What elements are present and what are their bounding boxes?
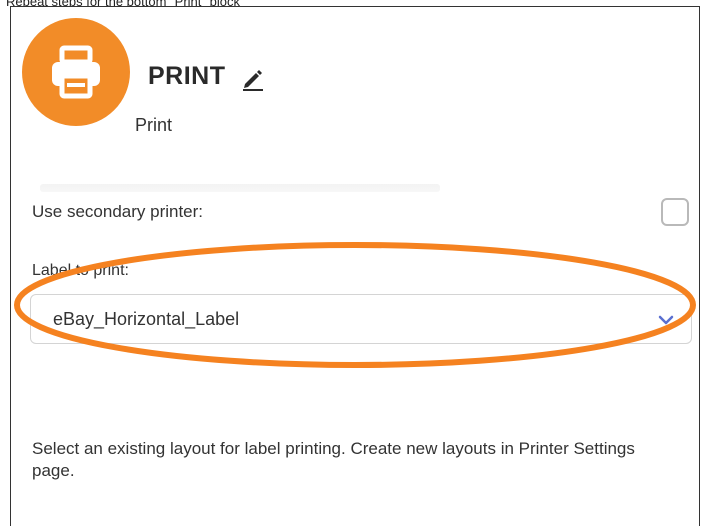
label-select-value: eBay_Horizontal_Label [53,309,240,329]
chevron-down-icon [658,315,674,325]
secondary-printer-checkbox[interactable] [661,198,689,226]
printer-icon [52,45,100,99]
block-subtitle: Print [135,115,173,135]
print-block-icon-badge [22,18,130,126]
help-text: Select an existing layout for label prin… [32,439,635,480]
secondary-printer-label: Use secondary printer: [32,202,204,221]
faint-divider [40,184,440,192]
label-to-print-label: Label to print: [32,262,129,279]
label-to-print-select[interactable]: eBay_Horizontal_Label [30,294,692,344]
block-title: PRINT [148,62,226,90]
pencil-edit-icon[interactable] [240,66,266,92]
